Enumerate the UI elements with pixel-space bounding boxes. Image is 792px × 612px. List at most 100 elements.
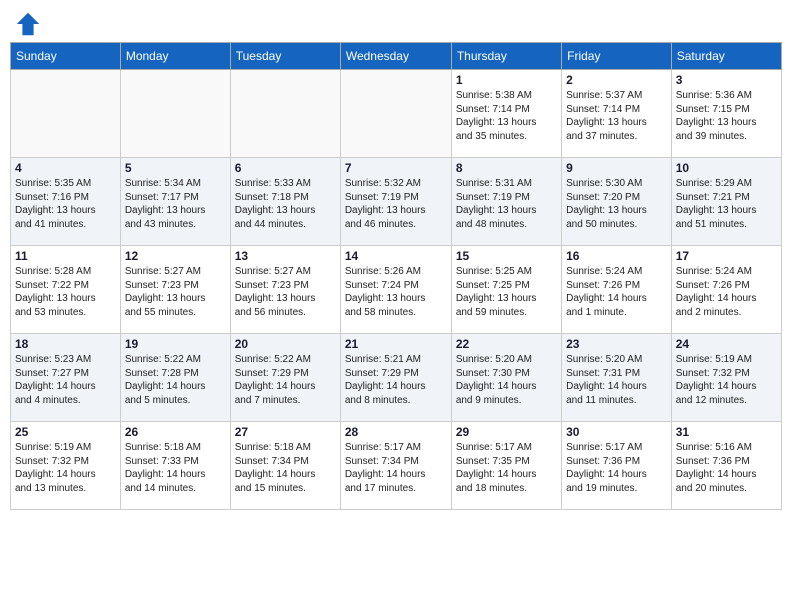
day-number: 27 [235,425,336,439]
day-number: 8 [456,161,557,175]
day-info: Sunrise: 5:24 AM Sunset: 7:26 PM Dayligh… [566,265,667,319]
header-sunday: Sunday [11,43,121,70]
day-number: 4 [15,161,116,175]
calendar-week-4: 18Sunrise: 5:23 AM Sunset: 7:27 PM Dayli… [11,334,782,422]
day-number: 7 [345,161,447,175]
calendar-cell: 10 Sunrise: 5:29 AM Sunset: 7:21 PM Dayli… [671,158,781,246]
day-info: Sunrise: 5:18 AM Sunset: 7:33 PM Dayligh… [125,441,226,495]
day-number: 11 [15,249,116,263]
day-info: Sunrise: 5:35 AM Sunset: 7:16 PM Dayligh… [15,177,116,231]
logo [14,10,44,38]
header-wednesday: Wednesday [340,43,451,70]
calendar-cell: 16Sunrise: 5:24 AM Sunset: 7:26 PM Dayli… [562,246,672,334]
day-info: Sunrise: 5:18 AM Sunset: 7:34 PM Dayligh… [235,441,336,495]
calendar-cell: 28 Sunrise: 5:17 AM Sunset: 7:34 PM Dayli… [340,422,451,510]
day-info: Sunrise: 5:16 AM Sunset: 7:36 PM Dayligh… [676,441,777,495]
calendar-cell: 1 Sunrise: 5:38 AM Sunset: 7:14 PM Daylig… [451,70,561,158]
calendar-cell: 25 Sunrise: 5:19 AM Sunset: 7:32 PM Dayli… [11,422,121,510]
calendar-week-2: 4 Sunrise: 5:35 AM Sunset: 7:16 PM Daylig… [11,158,782,246]
day-number: 15 [456,249,557,263]
day-info: Sunrise: 5:29 AM Sunset: 7:21 PM Dayligh… [676,177,777,231]
calendar-week-3: 11 Sunrise: 5:28 AM Sunset: 7:22 PM Dayli… [11,246,782,334]
day-number: 18 [15,337,116,351]
calendar-cell: 14 Sunrise: 5:26 AM Sunset: 7:24 PM Dayli… [340,246,451,334]
day-info: Sunrise: 5:27 AM Sunset: 7:23 PM Dayligh… [125,265,226,319]
day-number: 10 [676,161,777,175]
calendar-cell: 17 Sunrise: 5:24 AM Sunset: 7:26 PM Dayli… [671,246,781,334]
day-number: 1 [456,73,557,87]
calendar-cell: 2 Sunrise: 5:37 AM Sunset: 7:14 PM Daylig… [562,70,672,158]
day-info: Sunrise: 5:38 AM Sunset: 7:14 PM Dayligh… [456,89,557,143]
day-info: Sunrise: 5:24 AM Sunset: 7:26 PM Dayligh… [676,265,777,319]
day-number: 30 [566,425,667,439]
day-number: 22 [456,337,557,351]
day-info: Sunrise: 5:17 AM Sunset: 7:35 PM Dayligh… [456,441,557,495]
day-number: 3 [676,73,777,87]
day-number: 23 [566,337,667,351]
logo-icon [14,10,42,38]
calendar-cell [11,70,121,158]
calendar-cell: 29 Sunrise: 5:17 AM Sunset: 7:35 PM Dayli… [451,422,561,510]
day-number: 26 [125,425,226,439]
day-info: Sunrise: 5:26 AM Sunset: 7:24 PM Dayligh… [345,265,447,319]
calendar-cell: 31 Sunrise: 5:16 AM Sunset: 7:36 PM Dayli… [671,422,781,510]
day-info: Sunrise: 5:33 AM Sunset: 7:18 PM Dayligh… [235,177,336,231]
day-number: 19 [125,337,226,351]
calendar-cell: 8 Sunrise: 5:31 AM Sunset: 7:19 PM Daylig… [451,158,561,246]
day-info: Sunrise: 5:22 AM Sunset: 7:29 PM Dayligh… [235,353,336,407]
header-tuesday: Tuesday [230,43,340,70]
day-info: Sunrise: 5:19 AM Sunset: 7:32 PM Dayligh… [676,353,777,407]
calendar-table: SundayMondayTuesdayWednesdayThursdayFrid… [10,42,782,510]
day-number: 9 [566,161,667,175]
calendar-cell: 5Sunrise: 5:34 AM Sunset: 7:17 PM Daylig… [120,158,230,246]
day-number: 29 [456,425,557,439]
header-saturday: Saturday [671,43,781,70]
header-monday: Monday [120,43,230,70]
calendar-cell: 30 Sunrise: 5:17 AM Sunset: 7:36 PM Dayli… [562,422,672,510]
day-number: 24 [676,337,777,351]
day-info: Sunrise: 5:17 AM Sunset: 7:36 PM Dayligh… [566,441,667,495]
day-number: 20 [235,337,336,351]
calendar-cell: 19 Sunrise: 5:22 AM Sunset: 7:28 PM Dayli… [120,334,230,422]
calendar-cell [230,70,340,158]
calendar-cell: 23 Sunrise: 5:20 AM Sunset: 7:31 PM Dayli… [562,334,672,422]
calendar-week-1: 1 Sunrise: 5:38 AM Sunset: 7:14 PM Daylig… [11,70,782,158]
day-number: 25 [15,425,116,439]
day-number: 13 [235,249,336,263]
day-info: Sunrise: 5:37 AM Sunset: 7:14 PM Dayligh… [566,89,667,143]
calendar-cell: 24 Sunrise: 5:19 AM Sunset: 7:32 PM Dayli… [671,334,781,422]
day-info: Sunrise: 5:31 AM Sunset: 7:19 PM Dayligh… [456,177,557,231]
calendar-cell: 27 Sunrise: 5:18 AM Sunset: 7:34 PM Dayli… [230,422,340,510]
day-info: Sunrise: 5:21 AM Sunset: 7:29 PM Dayligh… [345,353,447,407]
calendar-cell: 11 Sunrise: 5:28 AM Sunset: 7:22 PM Dayli… [11,246,121,334]
header-thursday: Thursday [451,43,561,70]
day-info: Sunrise: 5:32 AM Sunset: 7:19 PM Dayligh… [345,177,447,231]
day-number: 17 [676,249,777,263]
day-info: Sunrise: 5:17 AM Sunset: 7:34 PM Dayligh… [345,441,447,495]
calendar-cell [120,70,230,158]
calendar-cell: 21 Sunrise: 5:21 AM Sunset: 7:29 PM Dayli… [340,334,451,422]
day-info: Sunrise: 5:20 AM Sunset: 7:30 PM Dayligh… [456,353,557,407]
day-info: Sunrise: 5:19 AM Sunset: 7:32 PM Dayligh… [15,441,116,495]
day-number: 14 [345,249,447,263]
page-header [10,10,782,38]
calendar-cell: 22 Sunrise: 5:20 AM Sunset: 7:30 PM Dayli… [451,334,561,422]
day-number: 21 [345,337,447,351]
day-info: Sunrise: 5:20 AM Sunset: 7:31 PM Dayligh… [566,353,667,407]
day-number: 28 [345,425,447,439]
calendar-cell: 6 Sunrise: 5:33 AM Sunset: 7:18 PM Daylig… [230,158,340,246]
day-info: Sunrise: 5:34 AM Sunset: 7:17 PM Dayligh… [125,177,226,231]
calendar-header-row: SundayMondayTuesdayWednesdayThursdayFrid… [11,43,782,70]
day-number: 2 [566,73,667,87]
calendar-cell: 12 Sunrise: 5:27 AM Sunset: 7:23 PM Dayli… [120,246,230,334]
header-friday: Friday [562,43,672,70]
day-info: Sunrise: 5:25 AM Sunset: 7:25 PM Dayligh… [456,265,557,319]
day-info: Sunrise: 5:28 AM Sunset: 7:22 PM Dayligh… [15,265,116,319]
day-number: 6 [235,161,336,175]
calendar-cell: 18Sunrise: 5:23 AM Sunset: 7:27 PM Dayli… [11,334,121,422]
calendar-cell: 3Sunrise: 5:36 AM Sunset: 7:15 PM Daylig… [671,70,781,158]
day-number: 12 [125,249,226,263]
calendar-cell: 4 Sunrise: 5:35 AM Sunset: 7:16 PM Daylig… [11,158,121,246]
day-info: Sunrise: 5:22 AM Sunset: 7:28 PM Dayligh… [125,353,226,407]
day-number: 31 [676,425,777,439]
